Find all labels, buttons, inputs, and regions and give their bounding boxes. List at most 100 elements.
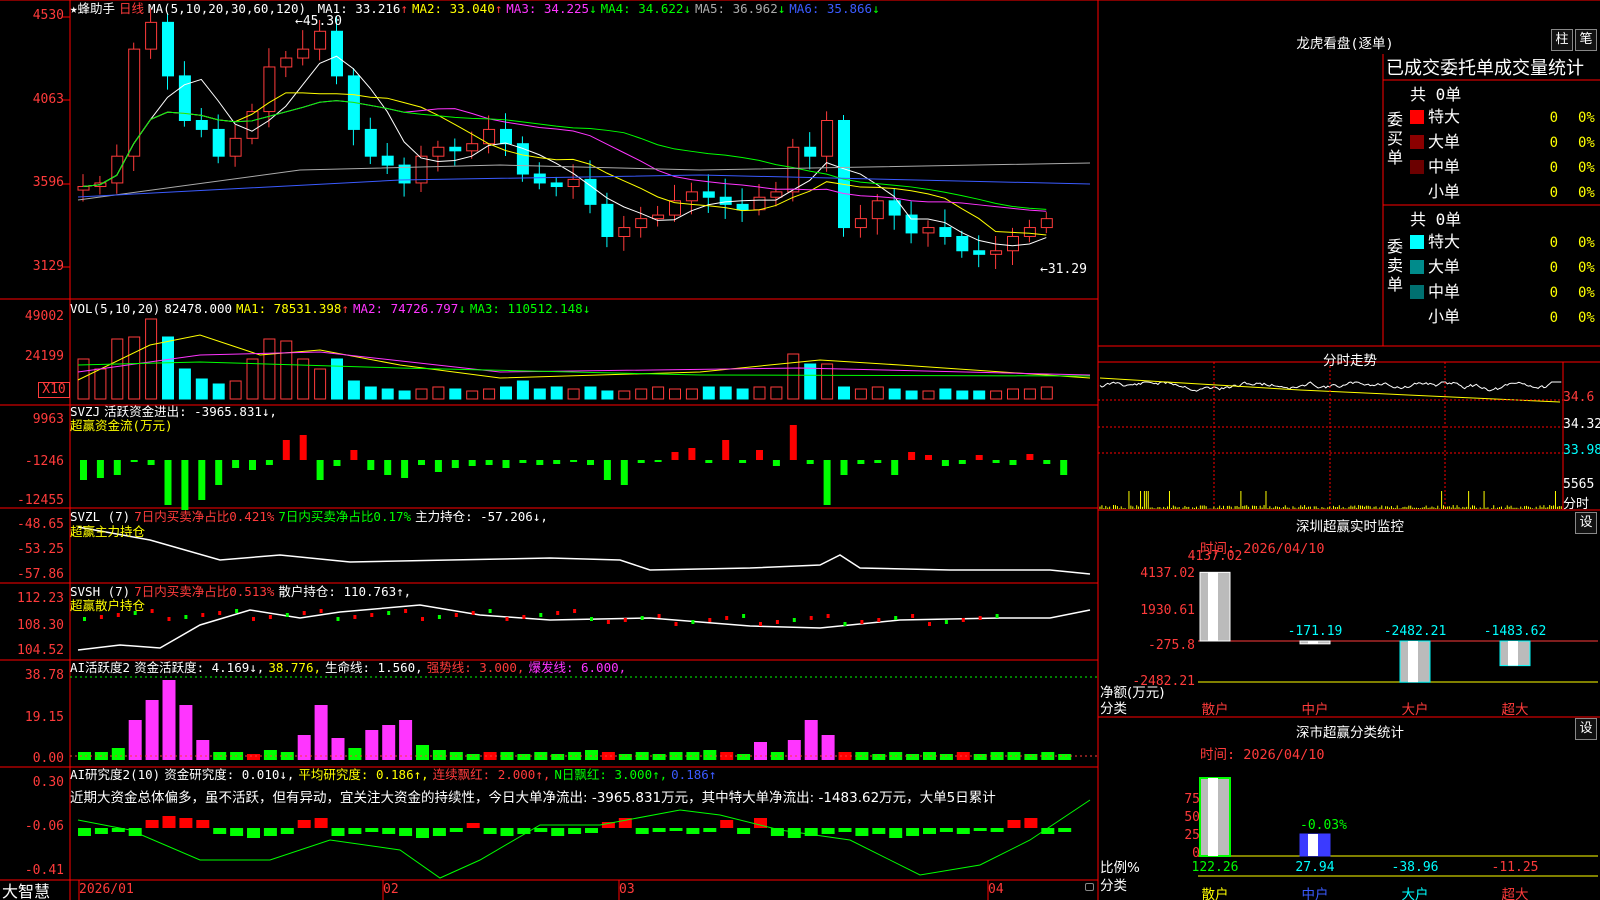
svsh-tick <box>218 611 222 615</box>
vol-unit[interactable]: X10 <box>38 382 70 398</box>
ai2-bar <box>331 828 345 836</box>
svzj-bar <box>468 460 476 466</box>
svzj-bar <box>992 460 1000 463</box>
ma-label-5: MA6: 35.866 <box>789 1 873 16</box>
buy-row-1: 大单 <box>1410 130 1460 154</box>
volume-bar <box>432 386 445 400</box>
svzj-ytick-1: -1246 <box>24 454 64 469</box>
price-ytick-2: 3596 <box>32 175 64 190</box>
ai2-bar <box>737 828 751 834</box>
monitor-settings-button[interactable]: 设 <box>1575 512 1597 534</box>
classify-bar-highlight <box>1308 834 1318 856</box>
volume-bar <box>635 388 648 400</box>
tick-view-button[interactable]: 笔 <box>1575 29 1597 51</box>
high-marker: ←45.30 <box>295 14 342 29</box>
ai2-ytick-0: 0.30 <box>32 775 64 790</box>
volume-bar <box>1007 388 1019 400</box>
volume-bar <box>685 388 698 400</box>
svsh-tick <box>573 609 577 613</box>
svzl-ytick-1: -53.25 <box>17 542 64 557</box>
intraday-title: 分时走势 <box>1323 353 1377 369</box>
classify-bar-value: 122.26 <box>1191 860 1239 875</box>
ai1-bar <box>348 748 362 760</box>
volume-bar <box>364 386 377 400</box>
svzj-bar <box>620 460 628 485</box>
svsh-line <box>77 604 1091 651</box>
svzj-bar <box>502 460 510 468</box>
vol-ma-item-2: MA3: 110512.148↓ <box>470 301 590 316</box>
buy-orders-title: 委买单 <box>1386 110 1403 167</box>
ai1-ytick-2: 0.00 <box>32 751 64 766</box>
sell-row-0: 特大 <box>1410 230 1460 254</box>
candle-body <box>618 227 631 237</box>
buy-name: 特大 <box>1428 107 1461 126</box>
volume-bar <box>550 386 563 400</box>
ai2-bar <box>872 828 886 834</box>
svsh-tick <box>421 617 424 621</box>
volume-header: VOL(5,10,20) 82478.000 MA1: 78531.398↑ MA2:… <box>70 302 598 316</box>
ai2-bar <box>94 828 108 834</box>
classify-settings-button[interactable]: 设 <box>1575 718 1597 740</box>
ai2-bar <box>416 828 429 838</box>
sell-pct: 0% <box>1578 285 1595 301</box>
ai2-bar <box>973 828 987 831</box>
candle-body <box>871 200 884 220</box>
chart-canvas[interactable] <box>0 0 1600 900</box>
svsh-tick <box>99 615 103 619</box>
candle-body <box>145 21 158 50</box>
svsh-tick <box>437 615 441 619</box>
svzj-bar <box>941 460 949 466</box>
ai1-bar <box>466 754 480 760</box>
candle-body <box>956 235 969 252</box>
sell-name: 特大 <box>1428 232 1461 251</box>
candle-body <box>466 143 479 152</box>
classify-ytick-3: 0 <box>1192 846 1200 861</box>
volume-bar <box>381 388 394 400</box>
lock-icon[interactable] <box>1085 883 1094 891</box>
svsh-sub: 超赢散户持仓 <box>70 598 146 613</box>
price-ytick-1: 4063 <box>32 92 64 107</box>
ai1-bar <box>618 754 632 760</box>
period-label[interactable]: 日线 <box>119 1 144 16</box>
ai1-bar <box>517 754 531 760</box>
vol-ma3-line <box>77 361 1091 377</box>
volume-bar <box>415 388 428 400</box>
classify-extra: -0.03% <box>1300 818 1347 833</box>
svzj-bar <box>722 440 730 460</box>
candle-body <box>415 155 428 184</box>
ai1-b: 38.776, <box>268 660 321 675</box>
ai1-bar <box>737 754 751 760</box>
ai2-bar <box>1024 818 1038 828</box>
xaxis-label-2: 03 <box>619 882 635 897</box>
bar-view-button[interactable]: 柱 <box>1551 29 1573 51</box>
ai2-d: N日飘红: 3.000↑, <box>554 767 668 782</box>
svsh-tick <box>911 614 915 618</box>
candle-body <box>854 218 867 229</box>
svsh-tick <box>944 620 948 624</box>
monitor-bar-highlight <box>1408 641 1418 683</box>
buy-row-3: 小单 <box>1410 180 1460 204</box>
brand-logo[interactable]: 大智慧 <box>2 878 50 900</box>
ai1-bar <box>162 680 176 760</box>
ai2-bar <box>297 820 311 828</box>
intraday-vol-label: 分时 <box>1563 497 1590 512</box>
sell-name: 小单 <box>1428 307 1461 326</box>
candle-body <box>280 57 293 68</box>
ai2-bar <box>280 828 294 834</box>
sell-swatch-icon <box>1410 310 1424 324</box>
svsh-tick <box>454 613 458 617</box>
volume-bar <box>888 388 901 400</box>
candle-body <box>1040 218 1053 229</box>
ai1-bar <box>247 754 260 760</box>
ai2-bar <box>263 828 277 836</box>
ai2-ytick-1: -0.06 <box>24 819 64 834</box>
ai1-bar <box>331 738 345 760</box>
svzj-bar <box>874 460 882 463</box>
svsh-tick <box>285 613 289 617</box>
helper-label[interactable]: ★蜂助手 <box>70 1 115 16</box>
ai1-title: AI活跃度2 <box>70 660 131 675</box>
classify-y-unit: 比例% <box>1100 860 1140 876</box>
intraday-volume: 5565 <box>1563 477 1595 492</box>
volume-bar <box>922 390 935 400</box>
volume-bar <box>669 388 681 400</box>
